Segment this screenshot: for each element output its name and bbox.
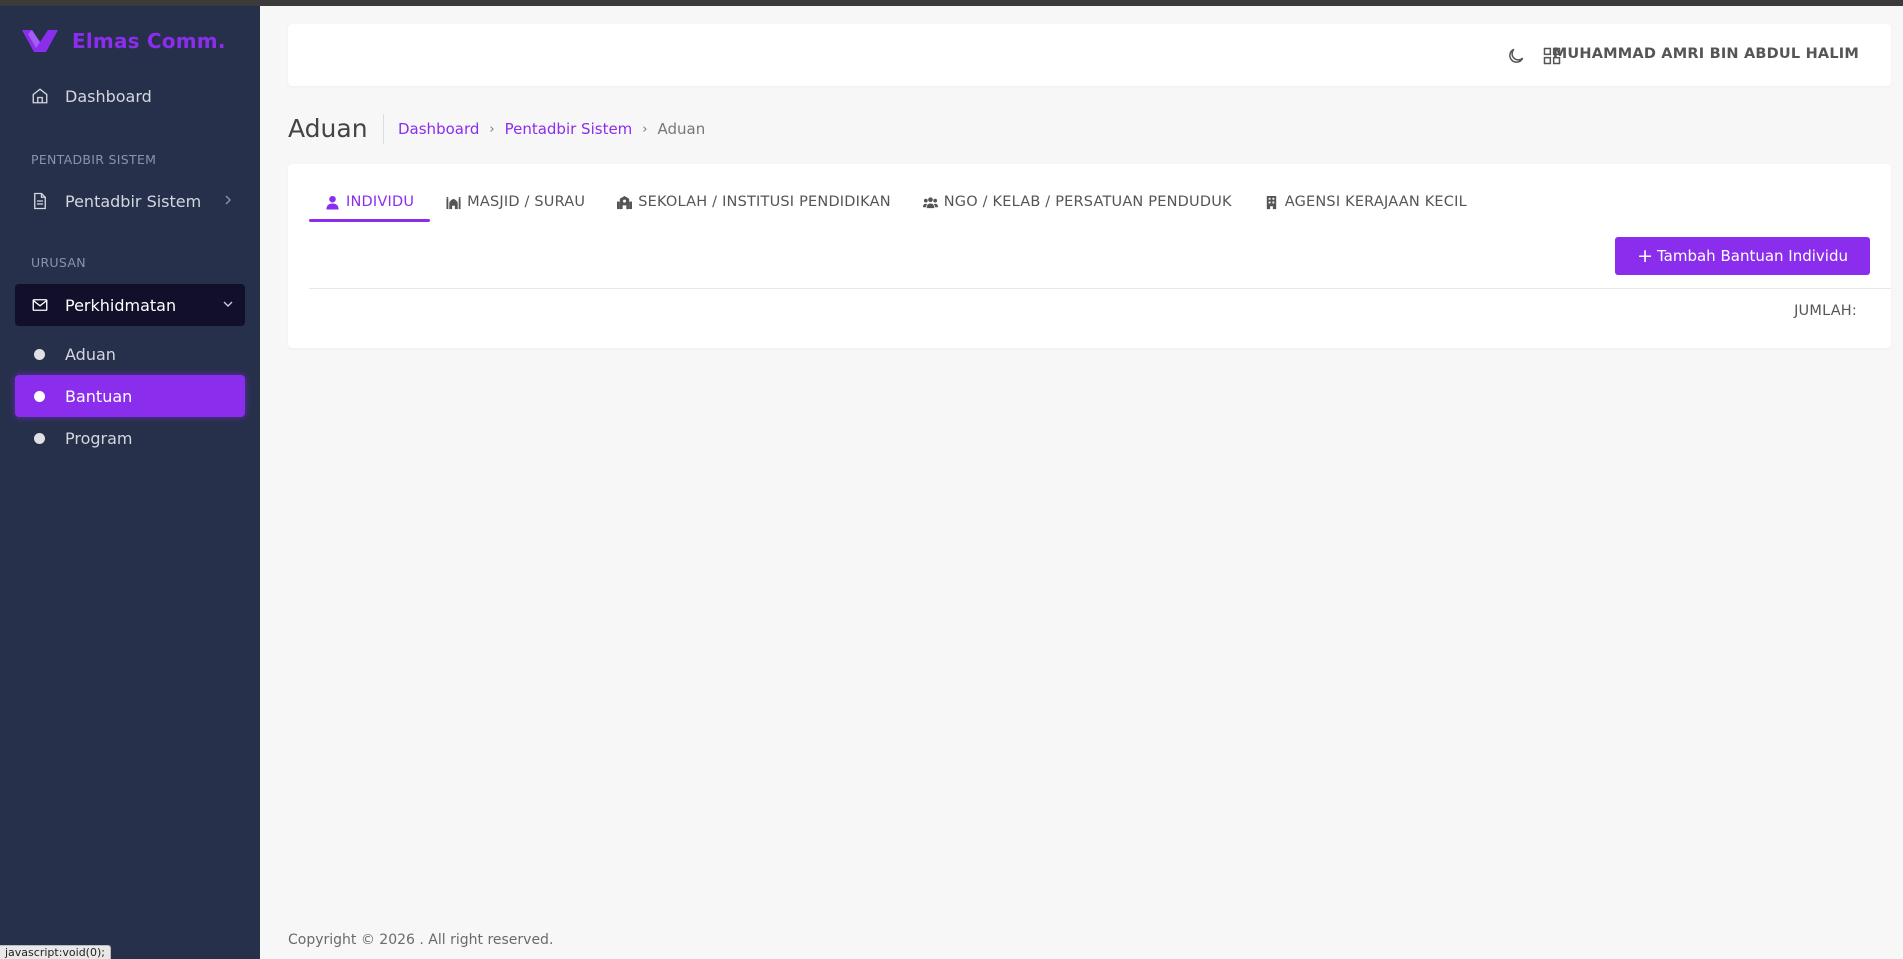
bullet-icon (34, 390, 45, 402)
sidebar-item-perkhidmatan[interactable]: Perkhidmatan (15, 284, 245, 326)
chevron-right-icon: › (642, 121, 648, 137)
mosque-icon (446, 196, 461, 209)
tab-label: NGO / KELAB / PERSATUAN PENDUDUK (943, 194, 1232, 210)
user-icon (326, 195, 339, 210)
sidebar-item-label: Dashboard (65, 86, 152, 106)
tab-label: MASJID / SURAU (467, 194, 586, 210)
school-icon (617, 195, 633, 209)
title-divider (383, 114, 384, 144)
document-icon (30, 191, 50, 211)
breadcrumb-link-pentadbir-sistem[interactable]: Pentadbir Sistem (505, 120, 633, 138)
tab-label: SEKOLAH / INSTITUSI PENDIDIKAN (638, 194, 891, 210)
tab-agensi-kerajaan-kecil[interactable]: AGENSI KERAJAAN KECIL (1248, 182, 1483, 222)
add-bantuan-button[interactable]: + Tambah Bantuan Individu (1615, 237, 1870, 275)
tab-sekolah[interactable]: SEKOLAH / INSTITUSI PENDIDIKAN (601, 182, 907, 222)
sidebar-item-label: Pentadbir Sistem (65, 191, 202, 211)
users-icon (922, 196, 938, 208)
tab-label: AGENSI KERAJAAN KECIL (1284, 194, 1467, 210)
window-top-border (0, 0, 1903, 6)
add-bantuan-button-label: Tambah Bantuan Individu (1656, 247, 1848, 265)
sidebar-subitem-label: Bantuan (65, 386, 133, 406)
sidebar-item-label: Perkhidmatan (65, 295, 177, 315)
browser-status-bar: javascript:void(0); (0, 945, 111, 959)
home-icon (30, 86, 50, 106)
sidebar-item-pentadbir-sistem[interactable]: Pentadbir Sistem (15, 180, 245, 222)
user-menu[interactable]: MUHAMMAD AMRI BIN ABDUL HALIM (1553, 46, 1859, 62)
breadcrumb-current: Aduan (657, 120, 706, 138)
chevron-right-icon (225, 195, 231, 205)
building-icon (1266, 195, 1276, 209)
plus-icon: + (1637, 244, 1653, 267)
tab-individu[interactable]: INDIVIDU (309, 182, 431, 222)
sidebar-section-title: URUSAN (31, 255, 86, 270)
tab-ngo[interactable]: NGO / KELAB / PERSATUAN PENDUDUK (907, 182, 1248, 222)
bantuan-card: INDIVIDU MASJID / SURAU SEKOLAH / INSTIT… (288, 164, 1891, 348)
sidebar-subitem-program[interactable]: Program (15, 417, 245, 459)
bullet-icon (34, 432, 45, 444)
breadcrumb: Dashboard › Pentadbir Sistem › Aduan (398, 120, 705, 138)
page-title: Aduan (288, 114, 368, 143)
breadcrumb-link-dashboard[interactable]: Dashboard (398, 120, 479, 138)
sidebar-section-title: PENTADBIR SISTEM (31, 152, 157, 167)
sidebar: Elmas Comm. Dashboard PENTADBIR SISTEM P… (0, 0, 260, 959)
chevron-right-icon: › (489, 121, 495, 137)
tab-masjid-surau[interactable]: MASJID / SURAU (430, 182, 601, 222)
envelope-icon (30, 295, 50, 315)
sidebar-subitem-label: Aduan (65, 344, 116, 364)
tab-label: INDIVIDU (346, 194, 415, 210)
footer-copyright: Copyright © 2026 . All right reserved. (288, 932, 554, 948)
sidebar-subitem-bantuan[interactable]: Bantuan (15, 375, 245, 417)
chevron-down-icon (223, 301, 233, 307)
bullet-icon (34, 348, 45, 360)
sidebar-subitem-aduan[interactable]: Aduan (15, 333, 245, 375)
brand-name: Elmas Comm. (72, 29, 226, 53)
top-header: MUHAMMAD AMRI BIN ABDUL HALIM (288, 24, 1891, 86)
sidebar-item-dashboard[interactable]: Dashboard (15, 75, 245, 117)
sidebar-subitem-label: Program (65, 428, 133, 448)
brand-logo-icon (22, 30, 58, 52)
moon-icon[interactable] (1506, 46, 1526, 66)
category-tabs: INDIVIDU MASJID / SURAU SEKOLAH / INSTIT… (309, 182, 1483, 222)
total-label: JUMLAH: (1794, 303, 1857, 319)
card-divider (309, 288, 1891, 289)
brand[interactable]: Elmas Comm. (22, 28, 226, 54)
